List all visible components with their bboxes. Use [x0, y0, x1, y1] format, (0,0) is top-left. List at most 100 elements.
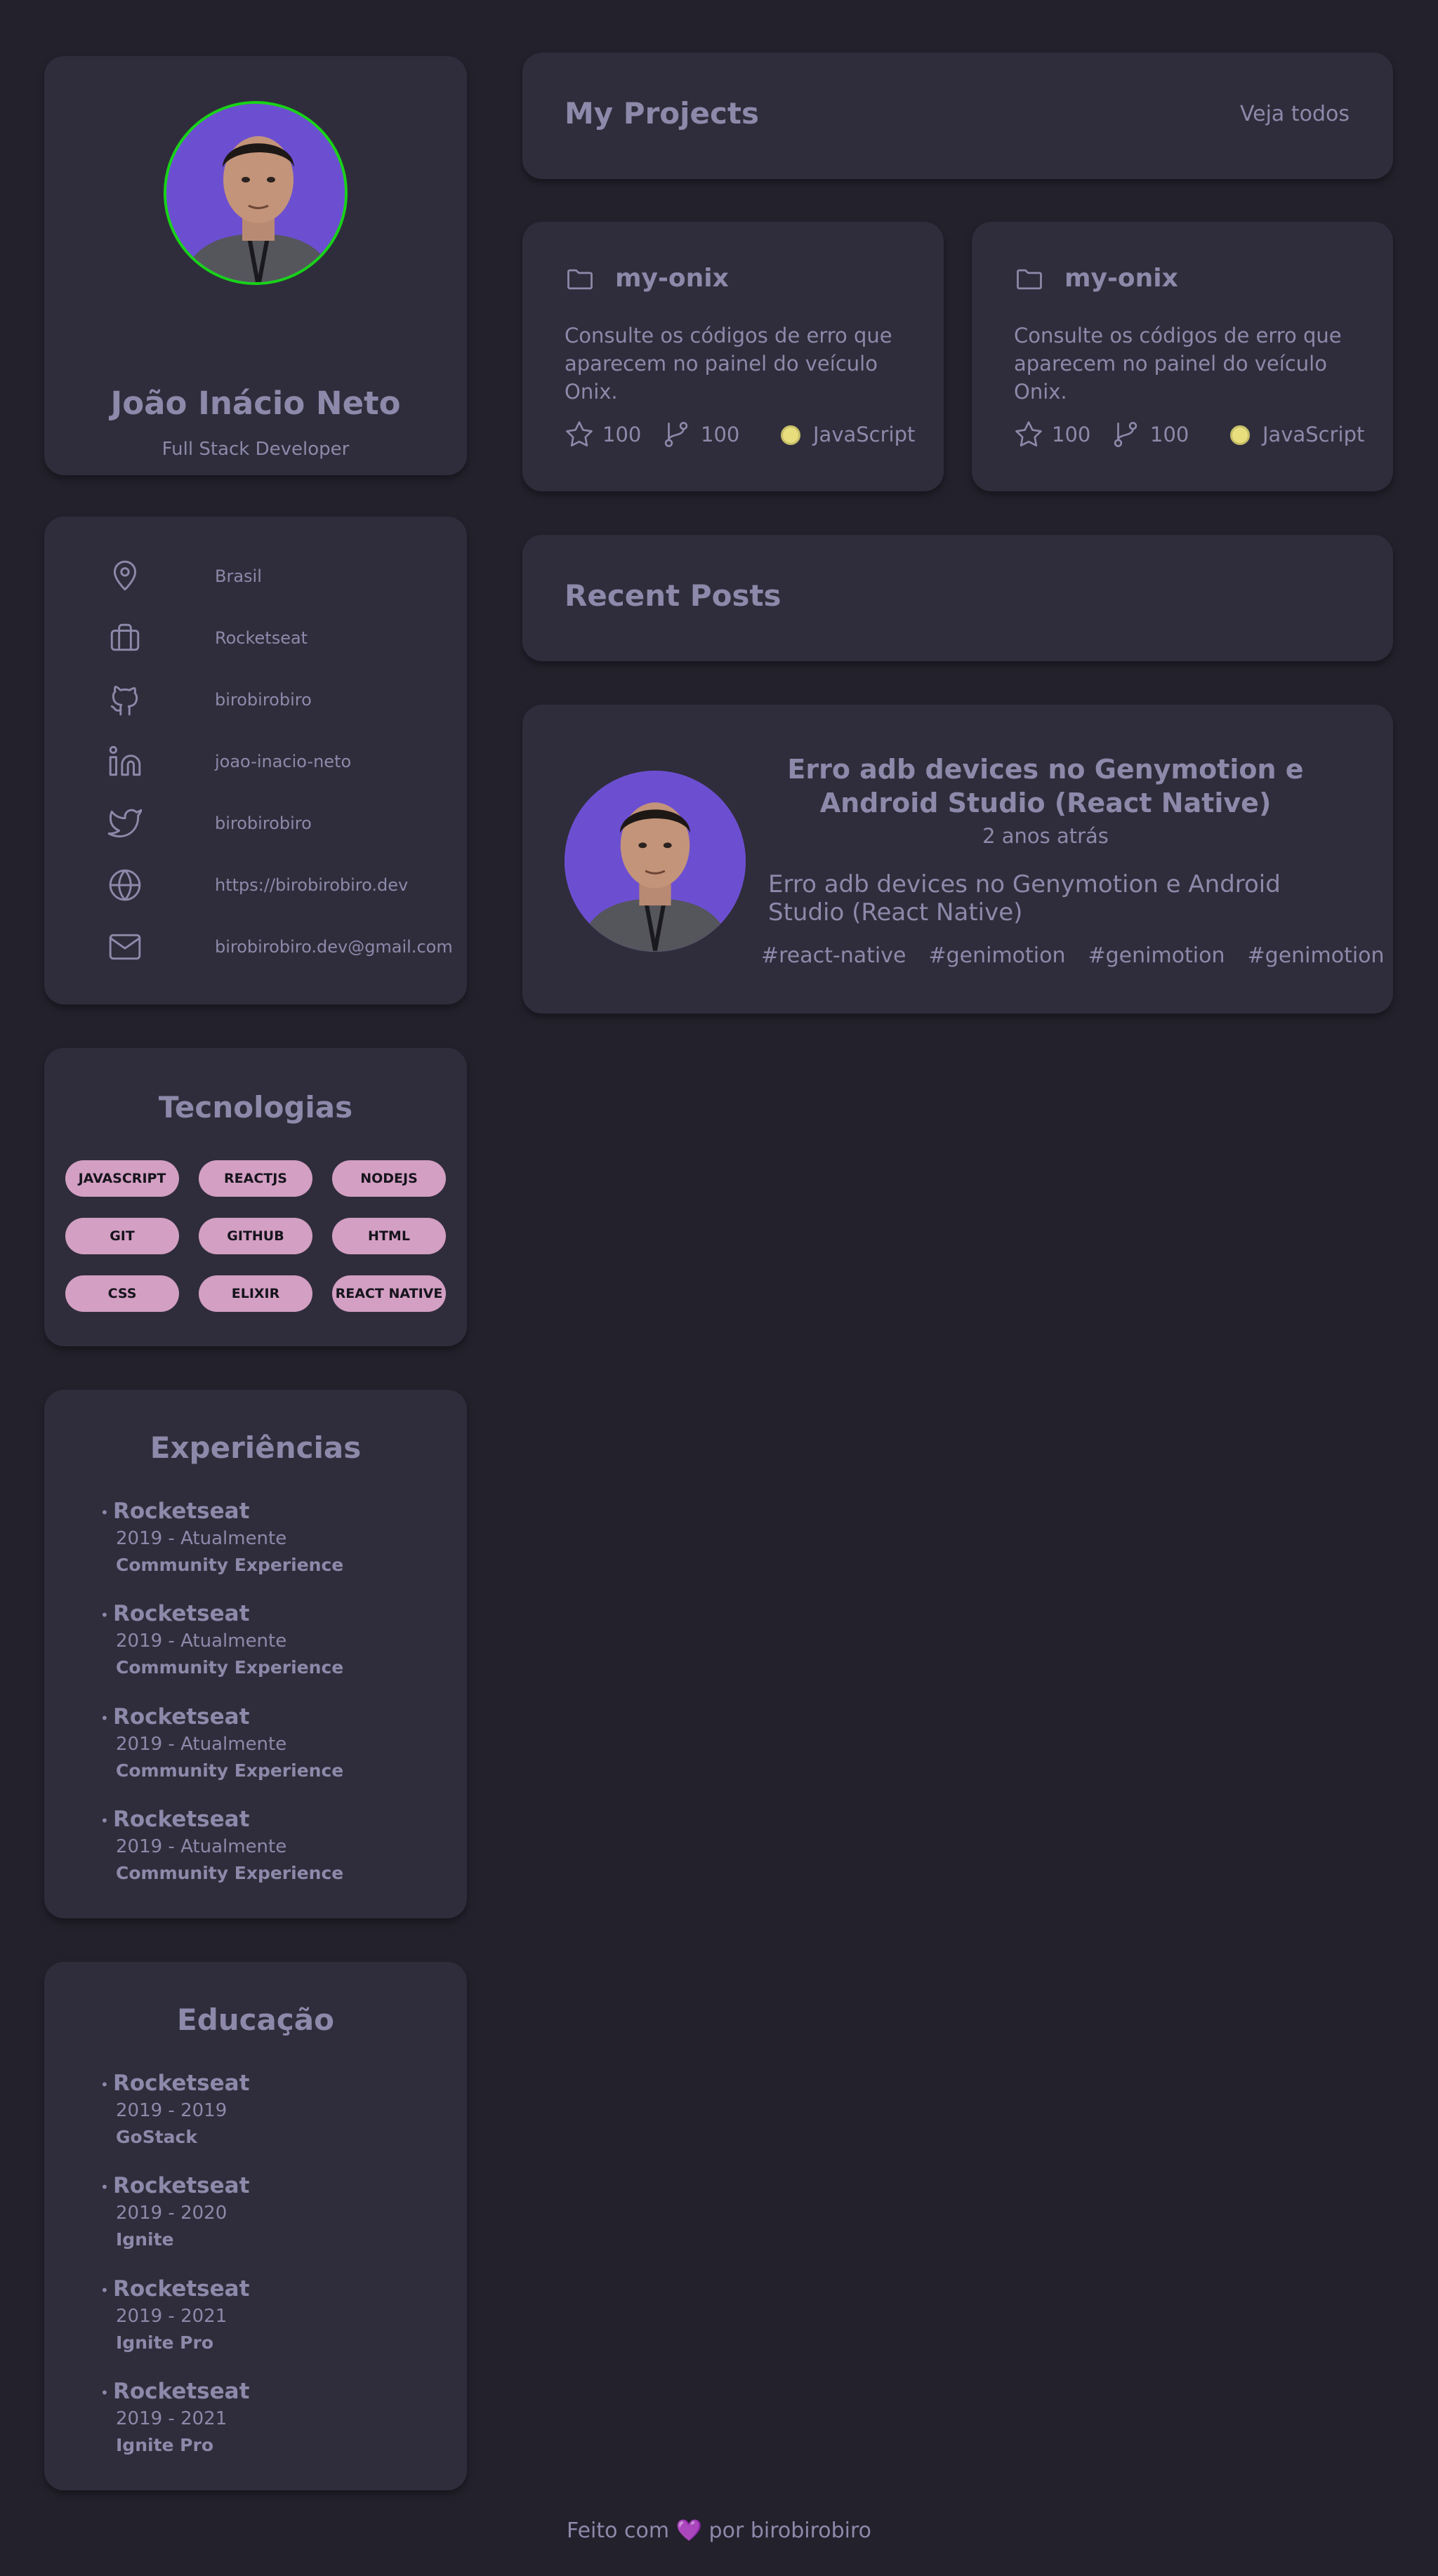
project-card[interactable]: my-onix Consulte os códigos de erro que … — [522, 222, 944, 491]
profile-name: João Inácio Neto — [110, 385, 401, 422]
project-card[interactable]: my-onix Consulte os códigos de erro que … — [972, 222, 1393, 491]
mail-icon — [109, 934, 141, 960]
education-item: • Rocketseat 2019 - 2021 Ignite Pro — [100, 2379, 250, 2455]
project-description: Consulte os códigos de erro que aparecem… — [565, 324, 892, 404]
education-item: • Rocketseat 2019 - 2019 GoStack — [100, 2071, 250, 2147]
contact-company-text: Rocketseat — [215, 628, 308, 648]
star-icon — [1015, 421, 1042, 447]
education-org: Rocketseat — [113, 2276, 250, 2302]
location-icon — [113, 560, 137, 591]
post-tags: #react-native #genimotion #genimotion #g… — [761, 943, 1385, 968]
language-dot-icon — [781, 425, 800, 445]
experience-role: Community Experience — [116, 1657, 344, 1678]
experience-period: 2019 - Atualmente — [116, 1836, 287, 1857]
posts-header: Recent Posts — [522, 535, 1393, 661]
education-course: Ignite — [116, 2229, 174, 2250]
project-description: Consulte os códigos de erro que aparecem… — [1014, 324, 1342, 404]
contact-company: Rocketseat — [107, 617, 308, 659]
briefcase-icon — [110, 623, 140, 651]
experience-period: 2019 - Atualmente — [116, 1631, 287, 1652]
tech-tag: REACT NATIVE — [332, 1275, 446, 1312]
footer: Feito com 💜 por birobirobiro — [0, 2518, 1438, 2543]
experience-role: Community Experience — [116, 1863, 344, 1883]
post-tag[interactable]: #genimotion — [928, 943, 1065, 968]
tech-tag: GIT — [65, 1218, 179, 1254]
project-language: JavaScript — [1262, 423, 1365, 446]
education-course: Ignite Pro — [116, 2332, 214, 2353]
projects-title: My Projects — [565, 96, 759, 131]
avatar — [164, 101, 348, 285]
contact-twitter[interactable]: birobirobiro — [107, 802, 312, 844]
heart-icon: 💜 — [675, 2518, 702, 2543]
experience-item: • Rocketseat 2019 - Atualmente Community… — [100, 1499, 344, 1575]
contact-email-text[interactable]: birobirobiro.dev@gmail.com — [215, 937, 453, 957]
folder-icon — [567, 269, 593, 290]
education-card: Educação • Rocketseat 2019 - 2019 GoStac… — [44, 1962, 467, 2490]
folder-icon — [1017, 269, 1042, 290]
see-all-link[interactable]: Veja todos — [1240, 102, 1350, 126]
experience-role: Community Experience — [116, 1555, 344, 1575]
tech-tag: REACTJS — [199, 1160, 312, 1197]
post-tag[interactable]: #genimotion — [1088, 943, 1225, 968]
education-org: Rocketseat — [113, 2173, 250, 2198]
post-tag[interactable]: #react-native — [761, 943, 906, 968]
twitter-icon — [107, 809, 143, 837]
experiences-card: Experiências • Rocketseat 2019 - Atualme… — [44, 1390, 467, 1918]
experiences-title: Experiências — [150, 1430, 362, 1465]
footer-text-after[interactable]: por birobirobiro — [709, 2518, 872, 2543]
profile-card: João Inácio Neto Full Stack Developer — [44, 56, 467, 475]
project-forks: 100 — [701, 423, 740, 446]
tech-tag: JAVASCRIPT — [65, 1160, 179, 1197]
education-org: Rocketseat — [113, 2071, 250, 2096]
project-name[interactable]: my-onix — [615, 264, 729, 293]
posts-title: Recent Posts — [565, 578, 781, 613]
tech-tag: NODEJS — [332, 1160, 446, 1197]
star-icon — [566, 421, 593, 447]
post-tag[interactable]: #genimotion — [1248, 943, 1385, 968]
technologies-card: Tecnologias JAVASCRIPT REACTJS NODEJS GI… — [44, 1048, 467, 1346]
post-card[interactable]: Erro adb devices no Genymotion e Android… — [522, 705, 1393, 1014]
footer-text-before: Feito com — [566, 2518, 670, 2543]
contact-twitter-text[interactable]: birobirobiro — [215, 814, 312, 833]
technologies-title: Tecnologias — [158, 1090, 353, 1124]
post-title[interactable]: Erro adb devices no Genymotion e Android… — [782, 752, 1309, 820]
project-stats: 100 100 JavaScript — [565, 417, 916, 451]
contact-github-text[interactable]: birobirobiro — [215, 690, 312, 710]
experience-item: • Rocketseat 2019 - Atualmente Community… — [100, 1704, 344, 1781]
experience-period: 2019 - Atualmente — [116, 1734, 287, 1755]
project-stars: 100 — [602, 423, 642, 446]
post-avatar — [565, 771, 746, 952]
education-title: Educação — [177, 2003, 334, 2037]
contact-website[interactable]: https://birobirobiro.dev — [107, 864, 408, 906]
tech-tag: HTML — [332, 1218, 446, 1254]
github-icon — [110, 685, 138, 716]
linkedin-icon — [109, 745, 141, 776]
post-time: 2 anos atrás — [982, 824, 1109, 848]
contact-location-text: Brasil — [215, 566, 262, 586]
experience-org: Rocketseat — [113, 1499, 250, 1524]
contact-website-text[interactable]: https://birobirobiro.dev — [215, 875, 408, 895]
experience-role: Community Experience — [116, 1760, 344, 1781]
education-period: 2019 - 2021 — [116, 2306, 227, 2327]
education-org: Rocketseat — [113, 2379, 250, 2404]
project-forks: 100 — [1150, 423, 1189, 446]
git-fork-icon — [664, 422, 688, 447]
education-period: 2019 - 2020 — [116, 2203, 227, 2224]
contact-email[interactable]: birobirobiro.dev@gmail.com — [107, 926, 453, 968]
experience-item: • Rocketseat 2019 - Atualmente Community… — [100, 1807, 344, 1883]
project-language: JavaScript — [813, 423, 916, 446]
project-name[interactable]: my-onix — [1064, 264, 1178, 293]
contact-github[interactable]: birobirobiro — [107, 679, 312, 721]
post-body: Erro adb devices no Genymotion e Android… — [768, 870, 1281, 927]
experience-period: 2019 - Atualmente — [116, 1528, 287, 1549]
git-fork-icon — [1114, 422, 1137, 447]
tech-tag: GITHUB — [199, 1218, 312, 1254]
project-stars: 100 — [1052, 423, 1091, 446]
contact-linkedin[interactable]: joao-inacio-neto — [107, 741, 351, 783]
project-stats: 100 100 JavaScript — [1014, 417, 1365, 451]
tech-tag: CSS — [65, 1275, 179, 1312]
profile-role: Full Stack Developer — [161, 439, 350, 460]
contact-linkedin-text[interactable]: joao-inacio-neto — [215, 752, 351, 771]
education-period: 2019 - 2019 — [116, 2100, 227, 2121]
tech-tag: ELIXIR — [199, 1275, 312, 1312]
